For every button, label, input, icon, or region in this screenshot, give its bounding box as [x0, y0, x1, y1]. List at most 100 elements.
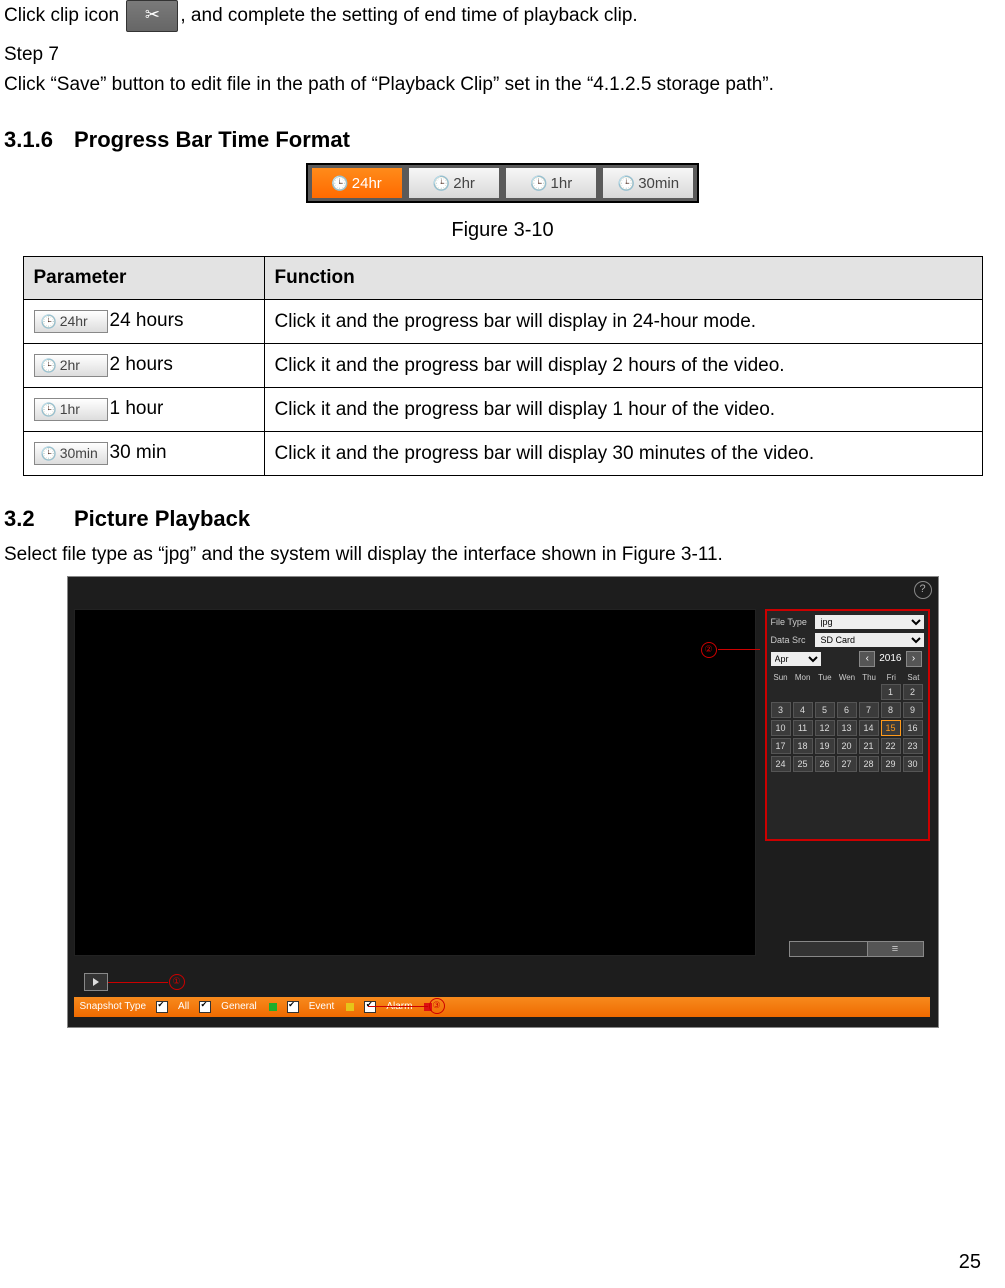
section-316-num: 3.1.6	[4, 127, 74, 153]
swatch-event	[346, 1003, 354, 1011]
calendar-day[interactable]: 13	[837, 720, 857, 736]
checkbox-all[interactable]	[156, 1001, 168, 1013]
step7-body: Click “Save” button to edit file in the …	[4, 72, 1001, 98]
calendar-day[interactable]: 6	[837, 702, 857, 718]
month-select[interactable]: Apr	[771, 652, 821, 666]
calendar-dow: SunMonTueWenThuFriSat	[771, 671, 924, 684]
clock-icon	[41, 401, 60, 417]
clock-icon	[433, 175, 453, 192]
calendar-day[interactable]: 25	[793, 756, 813, 772]
clock-icon	[618, 175, 638, 192]
chip-24hr: 24hr	[34, 310, 108, 333]
figure-3-11: ? ② File Type jpg Data Src SD Card Apr ‹…	[67, 576, 939, 1028]
data-src-label: Data Src	[771, 635, 815, 645]
table-row: 2hr2 hours Click it and the progress bar…	[23, 344, 982, 388]
swatch-general	[269, 1003, 277, 1011]
th-parameter: Parameter	[23, 257, 264, 300]
play-button[interactable]	[84, 973, 108, 991]
calendar-day[interactable]: 17	[771, 738, 791, 754]
file-type-select[interactable]: jpg	[815, 615, 924, 629]
section-316-heading: 3.1.6Progress Bar Time Format	[4, 127, 1001, 153]
timeformat-bar: 24hr 2hr 1hr 30min	[306, 163, 700, 203]
calendar-day[interactable]: 18	[793, 738, 813, 754]
data-src-select[interactable]: SD Card	[815, 633, 924, 647]
calendar-day[interactable]: 26	[815, 756, 835, 772]
calendar-grid: 1234567891011121314151617181920212223242…	[771, 684, 924, 772]
chip-2hr: 2hr	[34, 354, 108, 377]
annotation-1: ①	[169, 974, 185, 990]
section-32-num: 3.2	[4, 506, 74, 532]
calendar-day[interactable]: 19	[815, 738, 835, 754]
section-316-title: Progress Bar Time Format	[74, 127, 350, 152]
calendar-day[interactable]: 10	[771, 720, 791, 736]
table-row: 24hr24 hours Click it and the progress b…	[23, 300, 982, 344]
table-row: 30min30 min Click it and the progress ba…	[23, 432, 982, 476]
figure-3-10-label: Figure 3-10	[4, 219, 1001, 242]
calendar-day[interactable]: 3	[771, 702, 791, 718]
intro-post: , and complete the setting of end time o…	[180, 5, 637, 26]
calendar-day[interactable]: 16	[903, 720, 923, 736]
calendar-day[interactable]: 12	[815, 720, 835, 736]
calendar-day[interactable]: 1	[881, 684, 901, 700]
timeformat-30min-button[interactable]: 30min	[603, 168, 693, 198]
calendar-day[interactable]: 7	[859, 702, 879, 718]
prev-year-button[interactable]: ‹	[859, 651, 875, 667]
annotation-3: ③	[429, 998, 445, 1014]
snapshot-title: Snapshot Type	[80, 1001, 147, 1012]
timeformat-24hr-button[interactable]: 24hr	[312, 168, 402, 198]
calendar-day[interactable]: 2	[903, 684, 923, 700]
calendar-day[interactable]: 14	[859, 720, 879, 736]
snapshot-type-bar: Snapshot Type All General Event Alarm	[74, 997, 930, 1017]
table-row: 1hr1 hour Click it and the progress bar …	[23, 388, 982, 432]
figure-3-10: 24hr 2hr 1hr 30min	[4, 163, 1001, 203]
timeformat-2hr-button[interactable]: 2hr	[409, 168, 499, 198]
clip-icon	[126, 0, 178, 32]
chip-1hr: 1hr	[34, 398, 108, 421]
param-function-table: Parameter Function 24hr24 hours Click it…	[23, 256, 983, 476]
side-panel: File Type jpg Data Src SD Card Apr ‹ 201…	[765, 609, 930, 841]
clock-icon	[41, 357, 60, 373]
calendar-day[interactable]: 9	[903, 702, 923, 718]
intro-line: Click clip icon , and complete the setti…	[4, 0, 1001, 32]
chip-30min: 30min	[34, 442, 108, 465]
list-toggle-button[interactable]	[867, 941, 924, 957]
clock-icon	[530, 175, 550, 192]
section-32-title: Picture Playback	[74, 506, 250, 531]
section-32-intro: Select file type as “jpg” and the system…	[4, 542, 1001, 568]
calendar-day[interactable]: 23	[903, 738, 923, 754]
page-number: 25	[959, 1251, 981, 1274]
timeformat-1hr-button[interactable]: 1hr	[506, 168, 596, 198]
calendar-day[interactable]: 4	[793, 702, 813, 718]
calendar-day[interactable]: 5	[815, 702, 835, 718]
calendar-day[interactable]: 11	[793, 720, 813, 736]
calendar-day[interactable]: 21	[859, 738, 879, 754]
playback-view-area	[74, 609, 756, 956]
annotation-line	[108, 982, 168, 983]
calendar-day[interactable]: 24	[771, 756, 791, 772]
calendar-day[interactable]: 28	[859, 756, 879, 772]
calendar-day[interactable]: 30	[903, 756, 923, 772]
annotation-2: ②	[701, 642, 717, 658]
calendar-day[interactable]: 8	[881, 702, 901, 718]
calendar-day[interactable]: 27	[837, 756, 857, 772]
list-icon	[892, 943, 898, 955]
year-label: 2016	[877, 653, 903, 664]
step7-title: Step 7	[4, 42, 1001, 68]
checkbox-alarm[interactable]	[364, 1001, 376, 1013]
clock-icon	[41, 313, 60, 329]
calendar-day[interactable]: 22	[881, 738, 901, 754]
file-type-label: File Type	[771, 617, 815, 627]
clock-icon	[41, 445, 60, 461]
annotation-line	[718, 649, 760, 650]
next-year-button[interactable]: ›	[906, 651, 922, 667]
calendar-day[interactable]: 29	[881, 756, 901, 772]
section-32-heading: 3.2Picture Playback	[4, 506, 1001, 532]
intro-pre: Click clip icon	[4, 5, 124, 26]
checkbox-event[interactable]	[287, 1001, 299, 1013]
annotation-line	[368, 1006, 428, 1007]
calendar-day[interactable]: 15	[881, 720, 901, 736]
calendar-day[interactable]: 20	[837, 738, 857, 754]
help-icon[interactable]: ?	[914, 581, 932, 599]
clock-icon	[331, 175, 351, 192]
checkbox-general[interactable]	[199, 1001, 211, 1013]
